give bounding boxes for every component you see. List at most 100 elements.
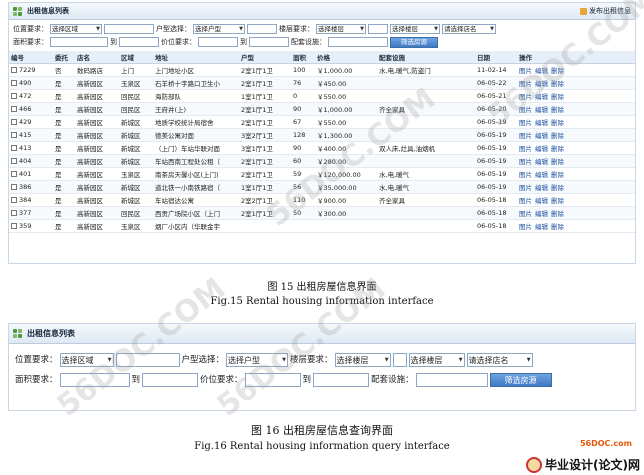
row-checkbox[interactable] [11,170,17,177]
window-title: 出租信息列表 [27,7,69,15]
dropdown-arrow-icon: ▼ [490,25,494,32]
location-input[interactable] [104,24,154,34]
table-cell [315,219,377,233]
delete-link[interactable]: 删除 [551,93,564,101]
size-max-input[interactable] [119,37,159,47]
delete-link[interactable]: 删除 [551,80,564,88]
table-cell: 128 [291,128,315,142]
image-link[interactable]: 图片 [519,119,532,127]
row-checkbox[interactable] [11,222,17,229]
publish-rental-link[interactable]: 发布出租信息 [580,6,631,16]
delete-link[interactable]: 删除 [551,67,564,75]
image-link[interactable]: 图片 [519,93,532,101]
row-checkbox[interactable] [11,144,17,151]
table-row: 384 是高新园区 新城区 车站宿达公寓 2室2厅1卫 110 ￥900.00 齐全家具 06-… [9,193,635,207]
size-max-input[interactable] [142,373,199,387]
row-checkbox[interactable] [11,196,17,203]
image-link[interactable]: 图片 [519,158,532,166]
edit-link[interactable]: 编辑 [535,93,548,101]
image-link[interactable]: 图片 [519,210,532,218]
price-max-input[interactable] [313,373,370,387]
image-link[interactable]: 图片 [519,80,532,88]
type-select[interactable]: 选择户型 ▼ [193,24,245,34]
delete-link[interactable]: 删除 [551,223,564,231]
delete-link[interactable]: 删除 [551,132,564,140]
area-select[interactable]: 选择区域 ▼ [59,353,114,367]
edit-link[interactable]: 编辑 [535,184,548,192]
image-link[interactable]: 图片 [519,223,532,231]
price-min-input[interactable] [198,37,238,47]
search-button[interactable]: 筛选房源 [489,373,552,387]
row-checkbox[interactable] [11,79,17,86]
table-row: 377 是高新园区 回民区 西贡广场院小区（上门 2室1厅1卫 50 ￥300.00 06-0… [9,206,635,220]
image-link[interactable]: 图片 [519,145,532,153]
size-min-input[interactable] [59,373,130,387]
area-select[interactable]: 选择区域 ▼ [50,24,102,34]
table-cell: 3室1厅1卫 [239,141,291,155]
floor-select-to[interactable]: 选择楼层 ▼ [408,353,465,367]
edit-link[interactable]: 编辑 [535,132,548,140]
edit-link[interactable]: 编辑 [535,80,548,88]
location-input[interactable] [115,353,180,367]
search-button[interactable]: 筛选房源 [390,36,438,48]
row-id: 413 [19,143,32,152]
delete-link[interactable]: 删除 [551,145,564,153]
table-cell: 2室1厅1卫 [239,167,291,181]
table-cell: 06-05-18 [475,219,517,233]
dropdown-arrow-icon: ▼ [526,356,531,363]
floor-select-from[interactable]: 选择楼层 ▼ [334,353,391,367]
table-cell: 490 [9,76,53,90]
table-cell [377,76,475,90]
floor-input[interactable] [392,353,407,367]
table-cell [377,128,475,142]
facility-input[interactable] [415,373,488,387]
delete-link[interactable]: 删除 [551,184,564,192]
floor-select-from[interactable]: 选择楼层 ▼ [316,24,366,34]
row-checkbox[interactable] [11,157,17,164]
table-cell: 高新园区 [75,206,119,220]
table-cell: ￥300.00 [315,206,377,220]
delete-link[interactable]: 删除 [551,171,564,179]
edit-link[interactable]: 编辑 [535,171,548,179]
image-link[interactable]: 图片 [519,132,532,140]
edit-link[interactable]: 编辑 [535,158,548,166]
price-max-input[interactable] [249,37,289,47]
edit-link[interactable]: 编辑 [535,210,548,218]
price-min-input[interactable] [244,373,301,387]
image-link[interactable]: 图片 [519,106,532,114]
delete-link[interactable]: 删除 [551,158,564,166]
row-checkbox[interactable] [11,118,17,125]
edit-link[interactable]: 编辑 [535,106,548,114]
row-checkbox[interactable] [11,183,17,190]
edit-link[interactable]: 编辑 [535,223,548,231]
facility-input[interactable] [328,37,388,47]
row-checkbox[interactable] [11,92,17,99]
edit-link[interactable]: 编辑 [535,197,548,205]
type-input[interactable] [247,24,277,34]
image-link[interactable]: 图片 [519,67,532,75]
delete-link[interactable]: 删除 [551,119,564,127]
edit-link[interactable]: 编辑 [535,145,548,153]
row-id: 466 [19,104,32,113]
image-link[interactable]: 图片 [519,184,532,192]
row-checkbox[interactable] [11,66,17,73]
delete-link[interactable]: 删除 [551,210,564,218]
type-select[interactable]: 选择户型 ▼ [226,353,289,367]
size-min-input[interactable] [50,37,108,47]
edit-link[interactable]: 编辑 [535,67,548,75]
delete-link[interactable]: 删除 [551,197,564,205]
row-checkbox[interactable] [11,209,17,216]
table-cell: 2室1厅1卫 [239,115,291,129]
image-link[interactable]: 图片 [519,171,532,179]
floor-input[interactable] [368,24,388,34]
building-select[interactable]: 请选择店名 ▼ [466,353,533,367]
edit-link[interactable]: 编辑 [535,119,548,127]
floor-select-to[interactable]: 选择楼层 ▼ [390,24,440,34]
row-checkbox[interactable] [11,131,17,138]
delete-link[interactable]: 删除 [551,106,564,114]
row-checkbox[interactable] [11,105,17,112]
row-actions: 图片 编辑 删除 [517,219,635,233]
building-select[interactable]: 请选择店名 ▼ [442,24,496,34]
image-link[interactable]: 图片 [519,197,532,205]
table-row: 7229 否数码路店 上门 上门地址小区 2室1厅1卫 100 ￥1,000.00 水,电,暖… [9,63,635,77]
